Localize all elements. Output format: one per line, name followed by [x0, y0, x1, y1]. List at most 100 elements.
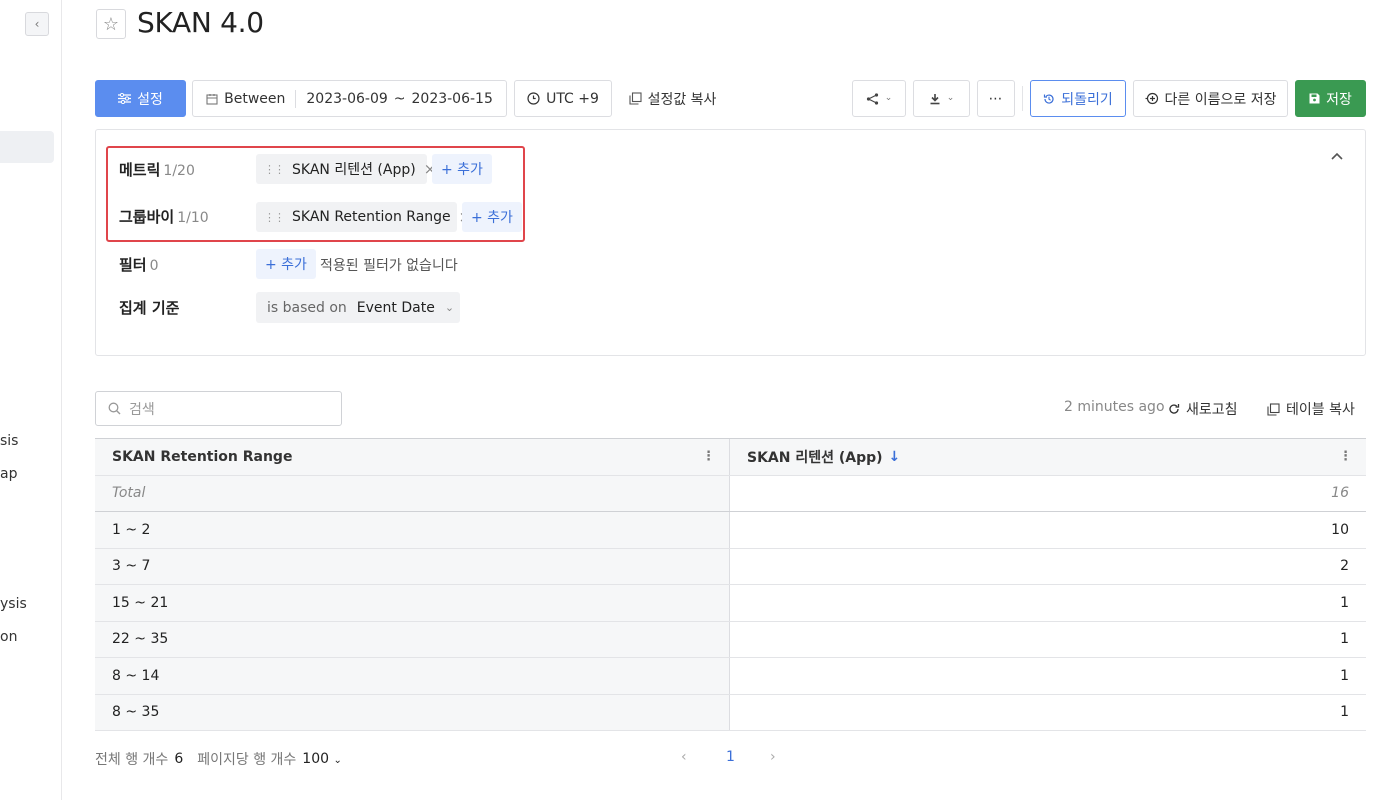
sort-desc-icon[interactable]: ↓ — [889, 449, 901, 465]
copy-settings-button[interactable]: 설정값 복사 — [625, 80, 720, 117]
chevron-down-icon: ⌄ — [333, 755, 342, 766]
history-icon — [1043, 93, 1055, 105]
sidebar-item-label[interactable]: ap — [0, 466, 17, 482]
table-cell: 8 ~ 14 — [95, 658, 730, 694]
date-range-picker[interactable]: Between 2023-06-09 ~ 2023-06-15 — [192, 80, 507, 117]
chevron-down-icon: ⌄ — [444, 301, 455, 314]
prev-page-icon[interactable]: ‹ — [681, 749, 687, 765]
basis-select[interactable]: is based on Event Date ⌄ — [256, 292, 460, 323]
filter-empty-text: 적용된 필터가 없습니다 — [320, 258, 458, 274]
share-icon — [866, 92, 879, 105]
search-placeholder: 검색 — [129, 401, 155, 418]
basis-value: Event Date — [356, 299, 435, 316]
groupby-chip-label: SKAN Retention Range — [292, 209, 451, 225]
table-cell: 22 ~ 35 — [95, 621, 730, 657]
copy-icon — [1267, 402, 1280, 416]
date-tilde: ~ — [393, 90, 406, 107]
sidebar-active-item[interactable] — [0, 131, 54, 163]
table-footer: 전체 행 개수 6 페이지당 행 개수 100 ⌄ — [95, 749, 342, 769]
search-input[interactable]: 검색 — [95, 391, 342, 426]
table-row: 22 ~ 35 1 — [95, 621, 1366, 658]
total-rows-label: 전체 행 개수 — [95, 752, 169, 768]
calendar-icon — [206, 93, 218, 105]
add-groupby-button[interactable]: + 추가 — [462, 202, 522, 232]
page-number[interactable]: 1 — [726, 749, 735, 765]
sidebar-item-label[interactable]: sis — [0, 433, 18, 449]
table-cell: 2 — [1340, 558, 1349, 575]
copy-table-label: 테이블 복사 — [1286, 402, 1355, 418]
favorite-star-icon[interactable]: ☆ — [96, 9, 126, 39]
save-as-icon — [1145, 92, 1159, 105]
share-button[interactable]: ⌄ — [852, 80, 906, 117]
clock-icon — [527, 92, 540, 105]
total-rows-value: 6 — [174, 751, 184, 767]
more-options-button[interactable]: ⋯ — [977, 80, 1015, 117]
revert-button[interactable]: 되돌리기 — [1030, 80, 1126, 117]
table-cell: 3 ~ 7 — [95, 548, 730, 584]
divider — [295, 89, 297, 108]
table-row: 8 ~ 35 1 — [95, 694, 1366, 731]
chevron-down-icon: ⌄ — [946, 93, 955, 103]
chevron-left-icon[interactable]: ‹ — [25, 12, 49, 36]
drag-handle-icon[interactable]: ⋮⋮ — [264, 163, 285, 176]
basis-label: 집계 기준 — [119, 299, 180, 317]
table-cell: 8 ~ 35 — [95, 694, 730, 730]
metric-label: 메트릭 1/20 — [119, 159, 195, 180]
download-icon — [929, 93, 941, 105]
settings-label: 설정 — [137, 91, 163, 108]
table-cell: 1 — [1340, 594, 1349, 611]
timezone-label: UTC +9 — [546, 90, 599, 107]
metric-chip-label: SKAN 리텐션 (App) — [292, 162, 416, 178]
save-button[interactable]: 저장 — [1295, 80, 1366, 117]
save-as-button[interactable]: 다른 이름으로 저장 — [1133, 80, 1288, 117]
groupby-label: 그룹바이 1/10 — [119, 206, 209, 227]
column-header[interactable]: SKAN 리텐션 (App) ↓ ⋮ — [730, 439, 1366, 475]
filter-label-text: 필터 — [119, 256, 147, 274]
column-menu-icon[interactable]: ⋮ — [702, 449, 715, 464]
groupby-label-text: 그룹바이 — [119, 208, 175, 226]
table-row: 15 ~ 21 1 — [95, 585, 1366, 622]
save-as-label: 다른 이름으로 저장 — [1164, 91, 1277, 108]
column-header-label: SKAN Retention Range — [112, 448, 293, 465]
refresh-button[interactable]: 새로고침 — [1168, 399, 1238, 419]
sidebar: ‹ sis ap ysis on — [0, 0, 62, 800]
revert-label: 되돌리기 — [1061, 91, 1113, 108]
total-label: Total — [95, 475, 730, 511]
download-button[interactable]: ⌄ — [913, 80, 970, 117]
basis-prefix: is based on — [267, 299, 347, 316]
sidebar-item-label[interactable]: on — [0, 629, 17, 645]
copy-table-button[interactable]: 테이블 복사 — [1267, 399, 1355, 419]
column-menu-icon[interactable]: ⋮ — [1339, 449, 1352, 464]
metric-count: 1/20 — [163, 163, 195, 179]
table-row: 1 ~ 2 10 — [95, 512, 1366, 549]
total-value: 16 — [1331, 485, 1349, 502]
settings-button[interactable]: 설정 — [95, 80, 186, 117]
add-filter-button[interactable]: + 추가 — [256, 249, 316, 279]
per-page-label: 페이지당 행 개수 — [197, 752, 297, 768]
last-updated-text: 2 minutes ago — [1064, 399, 1165, 415]
per-page-select[interactable]: 100 ⌄ — [302, 751, 342, 767]
date-prefix: Between — [224, 90, 286, 107]
metric-chip[interactable]: ⋮⋮ SKAN 리텐션 (App) × — [256, 154, 436, 184]
sliders-icon — [118, 93, 132, 104]
add-metric-button[interactable]: + 추가 — [432, 154, 492, 184]
copy-icon — [629, 92, 642, 105]
chevron-up-icon[interactable] — [1330, 146, 1344, 165]
timezone-button[interactable]: UTC +9 — [514, 80, 612, 117]
floppy-disk-icon — [1309, 93, 1320, 104]
filter-label: 필터 0 — [119, 254, 159, 275]
metric-label-text: 메트릭 — [119, 161, 161, 179]
search-icon — [108, 402, 121, 415]
date-end: 2023-06-15 — [411, 90, 493, 107]
drag-handle-icon[interactable]: ⋮⋮ — [264, 211, 285, 224]
column-header[interactable]: SKAN Retention Range ⋮ — [95, 439, 730, 475]
table-cell: 1 — [1340, 631, 1349, 648]
next-page-icon[interactable]: › — [770, 749, 776, 765]
sidebar-item-label[interactable]: ysis — [0, 596, 27, 612]
filter-count: 0 — [149, 258, 159, 274]
groupby-chip[interactable]: ⋮⋮ SKAN Retention Range × — [256, 202, 471, 232]
more-horizontal-icon: ⋯ — [988, 90, 1004, 107]
copy-settings-label: 설정값 복사 — [647, 91, 717, 108]
per-page-value: 100 — [302, 751, 330, 767]
table-cell: 15 ~ 21 — [95, 585, 730, 621]
